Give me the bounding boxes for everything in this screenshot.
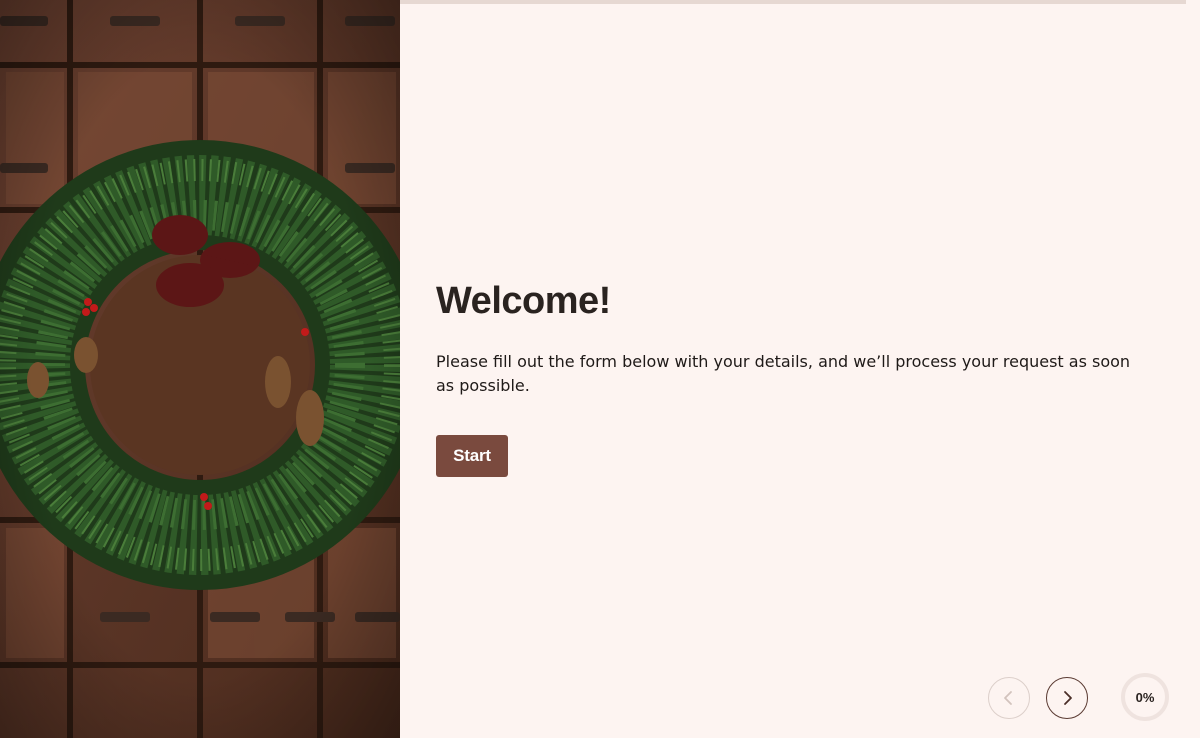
progress-bar-track: [400, 0, 1186, 4]
page-title: Welcome!: [436, 280, 611, 322]
welcome-description: Please fill out the form below with your…: [436, 352, 1131, 395]
next-button[interactable]: [1046, 677, 1088, 719]
hero-image-panel: [0, 0, 400, 738]
progress-indicator: 0%: [1121, 673, 1169, 721]
start-button[interactable]: Start: [436, 435, 508, 477]
chevron-right-icon: [1064, 691, 1072, 705]
chevron-left-icon: [1004, 691, 1012, 705]
welcome-panel: Welcome! Please fill out the form below …: [400, 0, 1200, 738]
previous-button[interactable]: [988, 677, 1030, 719]
wreath-photo: [0, 0, 400, 738]
